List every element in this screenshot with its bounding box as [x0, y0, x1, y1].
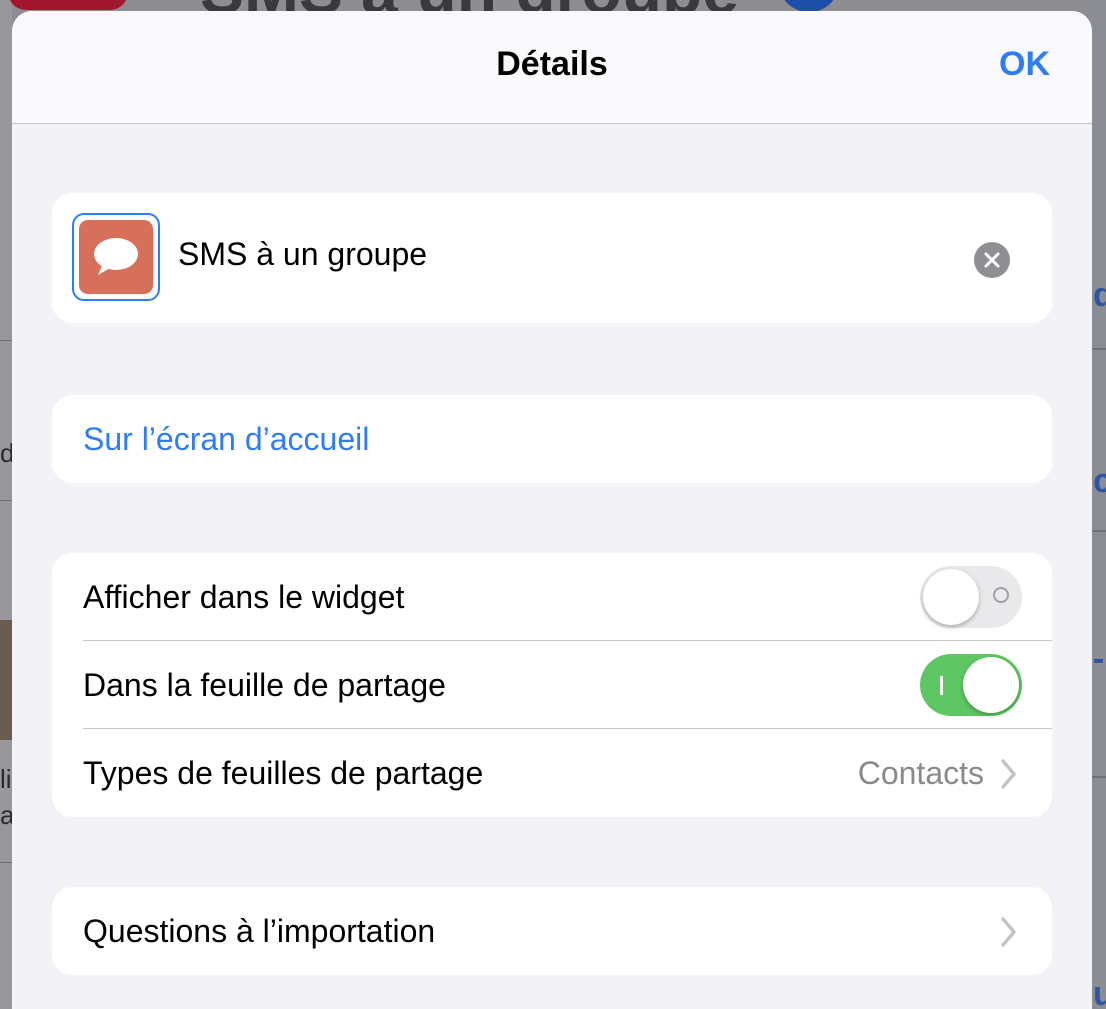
background-text-fragment: u: [1093, 975, 1106, 1009]
toggle-knob: [923, 569, 979, 625]
shortcut-name-card: [52, 193, 1052, 323]
background-divider: [1092, 776, 1106, 778]
shortcut-name-input[interactable]: [178, 236, 938, 273]
home-screen-card[interactable]: Sur l’écran d’accueil: [52, 395, 1052, 483]
background-text-fragment: li: [0, 764, 12, 794]
background-divider: [1092, 348, 1106, 350]
shortcut-icon-button[interactable]: [72, 213, 160, 301]
add-to-home-screen-link[interactable]: Sur l’écran d’accueil: [83, 421, 369, 458]
background-sidebar: [0, 0, 12, 1009]
background-text-fragment: c: [1093, 462, 1106, 500]
row-separator: [83, 640, 1052, 641]
chevron-right-icon: [1001, 917, 1016, 947]
clear-circle-icon[interactable]: [974, 242, 1010, 278]
background-divider: [0, 862, 12, 863]
share-sheet-label: Dans la feuille de partage: [83, 667, 446, 703]
share-types-value: Contacts: [857, 755, 984, 791]
widget-toggle[interactable]: [920, 566, 1022, 628]
details-sheet: Détails OK Sur l’écran d’accueil Affiche…: [12, 11, 1092, 1009]
share-types-label: Types de feuilles de partage: [83, 755, 484, 791]
background-photo: [0, 620, 12, 740]
background-divider: [0, 340, 12, 341]
share-sheet-toggle[interactable]: [920, 654, 1022, 716]
import-questions-card[interactable]: Questions à l’importation: [52, 887, 1052, 975]
chevron-right-icon: [1001, 759, 1016, 789]
widget-label: Afficher dans le widget: [83, 579, 405, 615]
background-text-fragment: d: [1093, 276, 1106, 314]
settings-card: Afficher dans le widget Dans la feuille …: [52, 553, 1052, 817]
background-right-pane: [1092, 0, 1106, 1009]
background-text-fragment: -: [1093, 640, 1105, 678]
sheet-title: Détails: [496, 45, 608, 83]
row-separator: [83, 728, 1052, 729]
toggle-off-glyph: [993, 587, 1009, 603]
import-questions-label: Questions à l’importation: [83, 913, 436, 949]
navigation-bar: Détails OK: [12, 11, 1092, 124]
speech-bubble-icon: [79, 220, 153, 294]
background-divider: [0, 500, 12, 501]
toggle-on-glyph: [940, 676, 943, 695]
ok-button[interactable]: OK: [999, 45, 1050, 84]
background-app-icon: [8, 0, 128, 10]
background-divider: [1092, 530, 1106, 532]
toggle-knob: [963, 657, 1019, 713]
